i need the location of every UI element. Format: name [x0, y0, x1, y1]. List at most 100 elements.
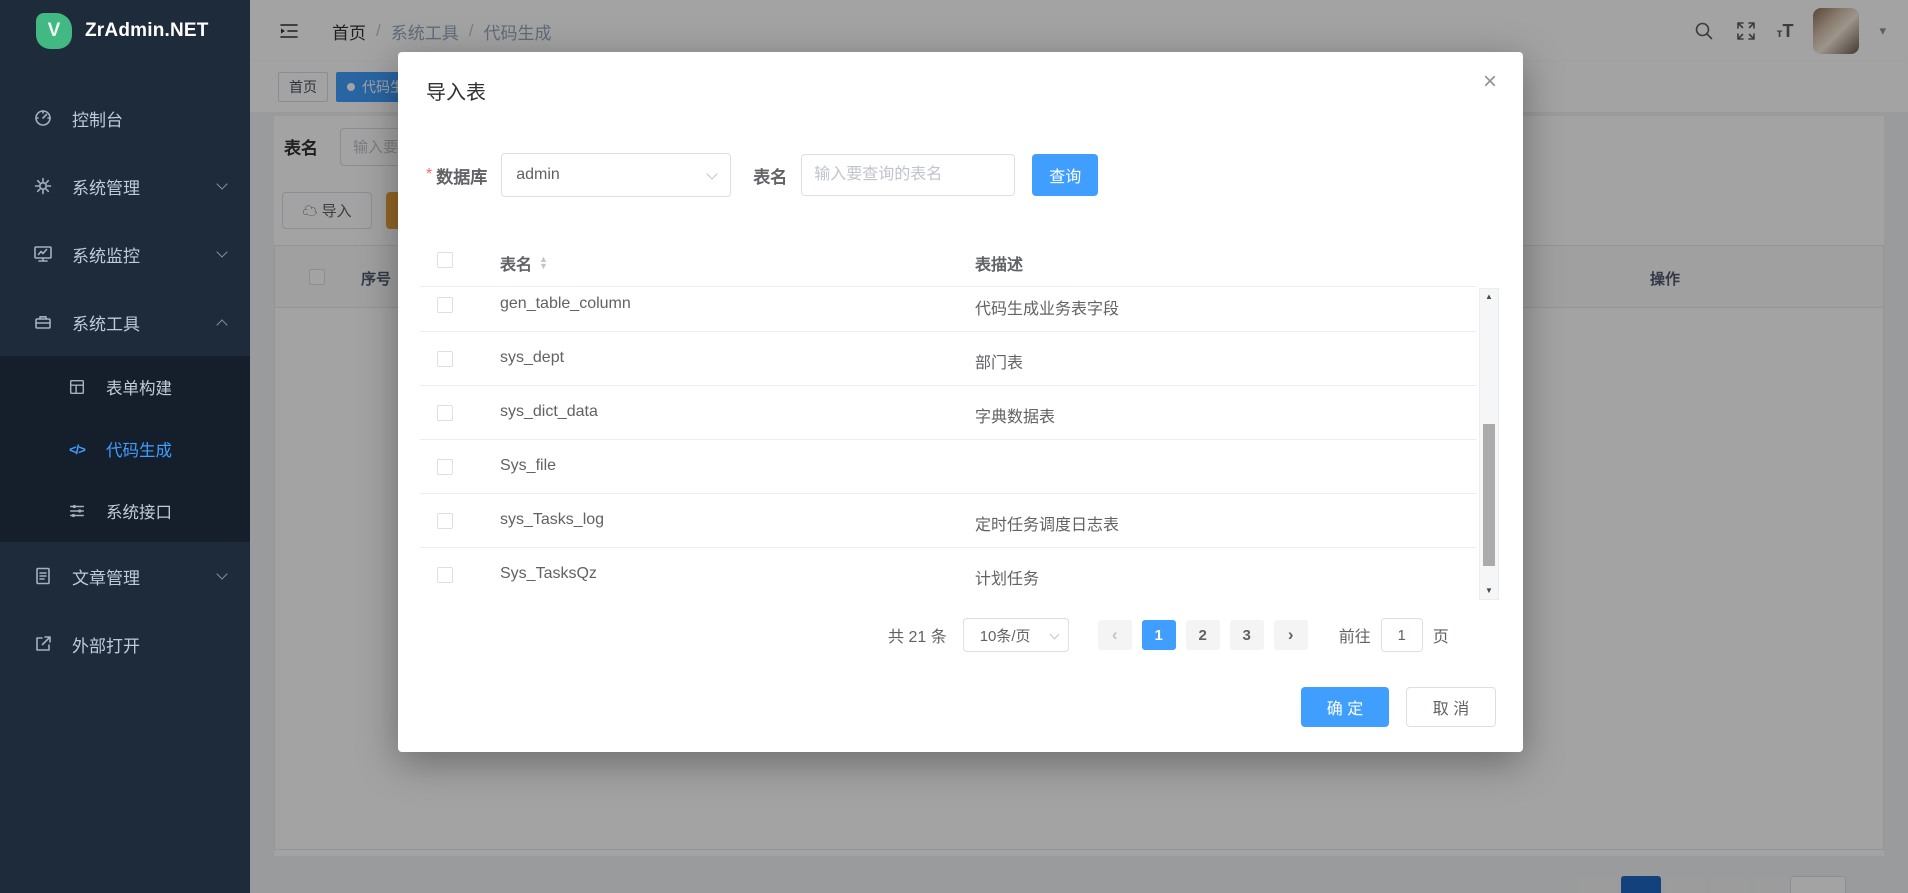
- chevron-down-icon: [1049, 630, 1059, 640]
- table-row[interactable]: Sys_file: [420, 440, 1477, 494]
- table-row[interactable]: sys_Tasks_log 定时任务调度日志表: [420, 494, 1477, 548]
- sidebar-item-code-generation[interactable]: </> 代码生成: [0, 418, 250, 480]
- sidebar-item-article-management[interactable]: 文章管理: [0, 542, 250, 610]
- pagination-page-1[interactable]: 1: [1142, 620, 1176, 650]
- sort-caret-icon[interactable]: ▲▼: [539, 256, 548, 270]
- chevron-down-icon: [216, 178, 227, 189]
- sidebar-item-label: 文章管理: [72, 564, 140, 589]
- table-name-cell: Sys_file: [500, 457, 556, 475]
- database-select-value: admin: [516, 166, 560, 184]
- database-select[interactable]: admin: [501, 153, 731, 197]
- table-row[interactable]: sys_dept 部门表: [420, 332, 1477, 386]
- row-checkbox[interactable]: [437, 567, 453, 583]
- table-name-label: 表名: [753, 163, 787, 188]
- desc-column-header: 表描述: [975, 251, 1023, 275]
- main-area: 首页 / 系统工具 / 代码生成 тT ▾ 首页: [250, 0, 1908, 893]
- name-column-header[interactable]: 表名 ▲▼: [500, 251, 548, 275]
- table-desc-cell: 计划任务: [975, 565, 1039, 589]
- dialog-pagination: 共 21 条 10条/页 ‹ 1 2 3 › 前往 页: [888, 618, 1449, 652]
- table-name-cell: Sys_TasksQz: [500, 565, 597, 583]
- dialog-table-body: gen_table_column 代码生成业务表字段 sys_dept 部门表 …: [420, 288, 1477, 601]
- scroll-up-icon[interactable]: ▲: [1480, 290, 1498, 304]
- app-root: V ZrAdmin.NET 控制台 系统管理 系统监控: [0, 0, 1908, 893]
- sidebar-item-label: 控制台: [72, 106, 123, 131]
- sidebar-item-system-api[interactable]: 系统接口: [0, 480, 250, 542]
- required-asterisk: *: [426, 166, 432, 184]
- external-link-icon: [30, 634, 56, 654]
- dialog-table-rows: gen_table_column 代码生成业务表字段 sys_dept 部门表 …: [420, 288, 1477, 601]
- sidebar-menu: 控制台 系统管理 系统监控 系统工具: [0, 84, 250, 678]
- monitor-icon: [30, 244, 56, 264]
- chevron-down-icon: [216, 246, 227, 257]
- table-desc-cell: 定时任务调度日志表: [975, 511, 1119, 535]
- confirm-button[interactable]: 确 定: [1301, 687, 1389, 727]
- table-row[interactable]: Sys_TasksQz 计划任务: [420, 548, 1477, 601]
- dialog-title: 导入表: [426, 76, 486, 105]
- table-row[interactable]: sys_dict_data 字典数据表: [420, 386, 1477, 440]
- app-title: ZrAdmin.NET: [85, 20, 209, 42]
- form-grid-icon: [64, 378, 90, 396]
- chevron-down-icon: [707, 168, 718, 179]
- table-desc-cell: 字典数据表: [975, 403, 1055, 427]
- dashboard-icon: [30, 108, 56, 128]
- table-name-input[interactable]: [801, 154, 1015, 196]
- pagination-prev-button[interactable]: ‹: [1098, 620, 1132, 650]
- sidebar: V ZrAdmin.NET 控制台 系统管理 系统监控: [0, 0, 250, 893]
- sidebar-item-dashboard[interactable]: 控制台: [0, 84, 250, 152]
- scroll-down-icon[interactable]: ▼: [1480, 584, 1498, 598]
- sidebar-submenu-system-tools: 表单构建 </> 代码生成 系统接口: [0, 356, 250, 542]
- sidebar-item-label: 系统工具: [72, 310, 140, 335]
- dialog-filter-form: * 数据库 admin 表名 查询: [426, 153, 1098, 197]
- sidebar-item-label: 表单构建: [106, 375, 172, 399]
- table-name-cell: sys_Tasks_log: [500, 511, 604, 529]
- sidebar-item-label: 代码生成: [106, 437, 172, 461]
- gear-icon: [30, 176, 56, 196]
- import-table-dialog: 导入表 × * 数据库 admin 表名 查询 表名 ▲▼ 表描述: [398, 52, 1523, 752]
- sidebar-item-system-tools[interactable]: 系统工具: [0, 288, 250, 356]
- cancel-button[interactable]: 取 消: [1406, 687, 1496, 727]
- pagination-page-2[interactable]: 2: [1186, 620, 1220, 650]
- scrollbar-thumb[interactable]: [1483, 424, 1495, 566]
- sidebar-item-form-builder[interactable]: 表单构建: [0, 356, 250, 418]
- search-button[interactable]: 查询: [1032, 154, 1098, 196]
- goto-unit-label: 页: [1433, 623, 1449, 647]
- table-desc-cell: 部门表: [975, 349, 1023, 373]
- close-icon[interactable]: ×: [1483, 70, 1497, 94]
- chevron-down-icon: [216, 568, 227, 579]
- select-all-checkbox[interactable]: [437, 252, 453, 268]
- table-row[interactable]: gen_table_column 代码生成业务表字段: [420, 288, 1477, 332]
- table-desc-cell: 代码生成业务表字段: [975, 295, 1119, 319]
- table-name-cell: sys_dict_data: [500, 403, 598, 421]
- sidebar-item-external-open[interactable]: 外部打开: [0, 610, 250, 678]
- page-size-value: 10条/页: [980, 625, 1031, 646]
- sidebar-item-label: 系统监控: [72, 242, 140, 267]
- sidebar-item-system-management[interactable]: 系统管理: [0, 152, 250, 220]
- document-icon: [30, 566, 56, 586]
- row-checkbox[interactable]: [437, 405, 453, 421]
- page-size-select[interactable]: 10条/页: [963, 618, 1069, 652]
- pagination-next-button[interactable]: ›: [1274, 620, 1308, 650]
- sidebar-item-label: 系统接口: [106, 499, 172, 523]
- sidebar-item-system-monitor[interactable]: 系统监控: [0, 220, 250, 288]
- goto-label: 前往: [1339, 623, 1371, 647]
- row-checkbox[interactable]: [437, 351, 453, 367]
- row-checkbox[interactable]: [437, 459, 453, 475]
- chevron-up-icon: [216, 319, 227, 330]
- sidebar-item-label: 系统管理: [72, 174, 140, 199]
- name-column-header-label: 表名: [500, 251, 532, 275]
- goto-page-input[interactable]: [1381, 618, 1423, 652]
- database-label: 数据库: [436, 163, 487, 188]
- pagination-total: 共 21 条: [888, 623, 947, 647]
- dialog-table-header: 表名 ▲▼ 表描述: [420, 240, 1477, 287]
- row-checkbox[interactable]: [437, 513, 453, 529]
- table-name-cell: sys_dept: [500, 349, 564, 367]
- code-icon: </>: [64, 442, 90, 457]
- toolbox-icon: [30, 312, 56, 332]
- table-name-cell: gen_table_column: [500, 295, 631, 313]
- sliders-icon: [64, 502, 90, 520]
- row-checkbox[interactable]: [437, 297, 453, 313]
- dialog-footer: 确 定 取 消: [1301, 687, 1496, 727]
- logo-icon: V: [36, 13, 72, 49]
- pagination-page-3[interactable]: 3: [1230, 620, 1264, 650]
- scrollbar[interactable]: ▲ ▼: [1479, 288, 1499, 600]
